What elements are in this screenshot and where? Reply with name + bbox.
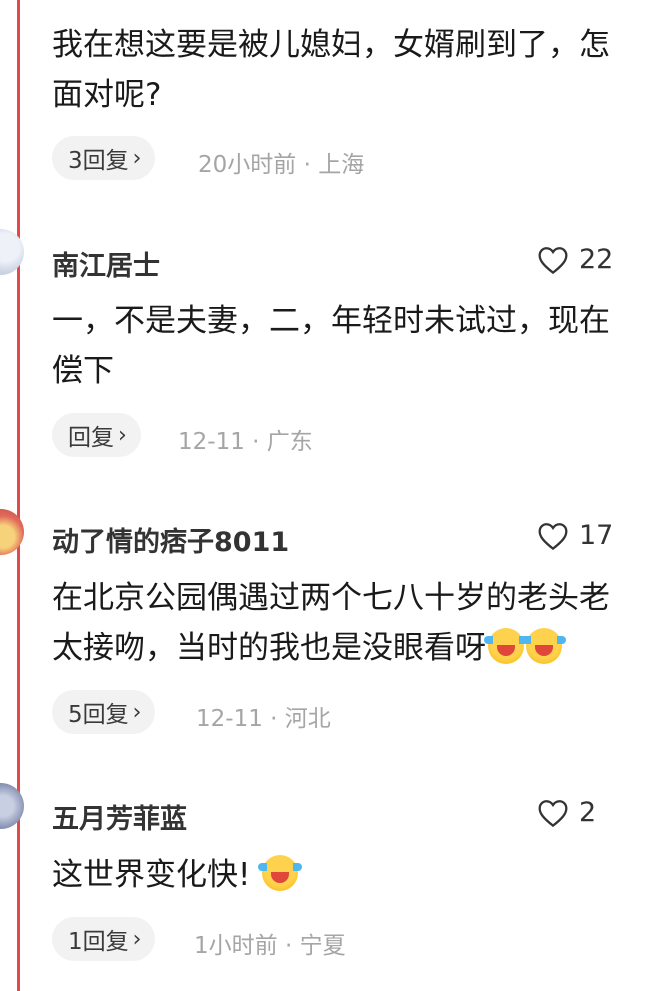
avatar[interactable] (0, 783, 24, 829)
chevron-right-icon: › (118, 422, 127, 448)
chevron-right-icon: › (132, 699, 142, 725)
avatar[interactable] (0, 229, 24, 275)
laughing-crying-emoji-icon (522, 628, 566, 664)
reply-label: 回复 (68, 425, 114, 451)
comment-username[interactable]: 五月芳菲蓝 (52, 797, 187, 836)
comment-text-line: 这世界变化快! (52, 852, 303, 898)
reply-label: 3回复 (68, 148, 129, 174)
comment-meta: 12-11 · 河北 (196, 706, 331, 732)
comment-text-line: 我在想这要是被儿媳妇，女婿刷到了，怎 (52, 27, 610, 63)
comment-meta: 20小时前 · 上海 (198, 152, 365, 178)
comment-username[interactable]: 动了情的痞子8011 (52, 520, 289, 559)
comment-text-line: 太接吻，当时的我也是没眼看呀 (52, 625, 566, 671)
reply-label: 1回复 (68, 929, 129, 955)
reply-button[interactable]: 5回复 › (52, 690, 156, 734)
comment-meta: 1小时前 · 宁夏 (194, 933, 346, 959)
chevron-right-icon: › (132, 926, 142, 952)
heart-outline-icon (538, 799, 568, 827)
comment-text-line: 偿下 (52, 353, 114, 389)
comment-text-line: 面对呢? (52, 77, 162, 113)
comment-text-content: 太接吻，当时的我也是没眼看呀 (52, 630, 486, 666)
reply-button[interactable]: 回复 › (52, 413, 141, 457)
heart-outline-icon (538, 246, 568, 274)
like-count: 17 (579, 520, 614, 551)
reply-button[interactable]: 1回复 › (52, 917, 156, 961)
reply-label: 5回复 (68, 702, 129, 728)
like-button[interactable]: 17 (537, 520, 613, 551)
like-button[interactable]: 2 (537, 797, 596, 828)
heart-outline-icon (538, 522, 568, 550)
comment-text-content: 这世界变化快! (52, 857, 251, 893)
laughing-crying-emoji-icon (258, 855, 303, 891)
thread-indicator-line (17, 0, 20, 991)
comment-username[interactable]: 南江居士 (52, 244, 160, 283)
comment-text-line: 一，不是夫妻，二，年轻时未试过，现在 (52, 303, 610, 339)
like-button[interactable]: 22 (537, 244, 613, 275)
chevron-right-icon: › (132, 145, 142, 171)
comment-text-line: 在北京公园偶遇过两个七八十岁的老头老 (52, 580, 610, 616)
avatar[interactable] (0, 509, 24, 555)
laughing-crying-emoji-icon (484, 628, 528, 664)
comment-meta: 12-11 · 广东 (178, 429, 313, 455)
like-count: 2 (579, 797, 597, 828)
reply-button[interactable]: 3回复 › (52, 136, 156, 180)
like-count: 22 (579, 244, 614, 275)
